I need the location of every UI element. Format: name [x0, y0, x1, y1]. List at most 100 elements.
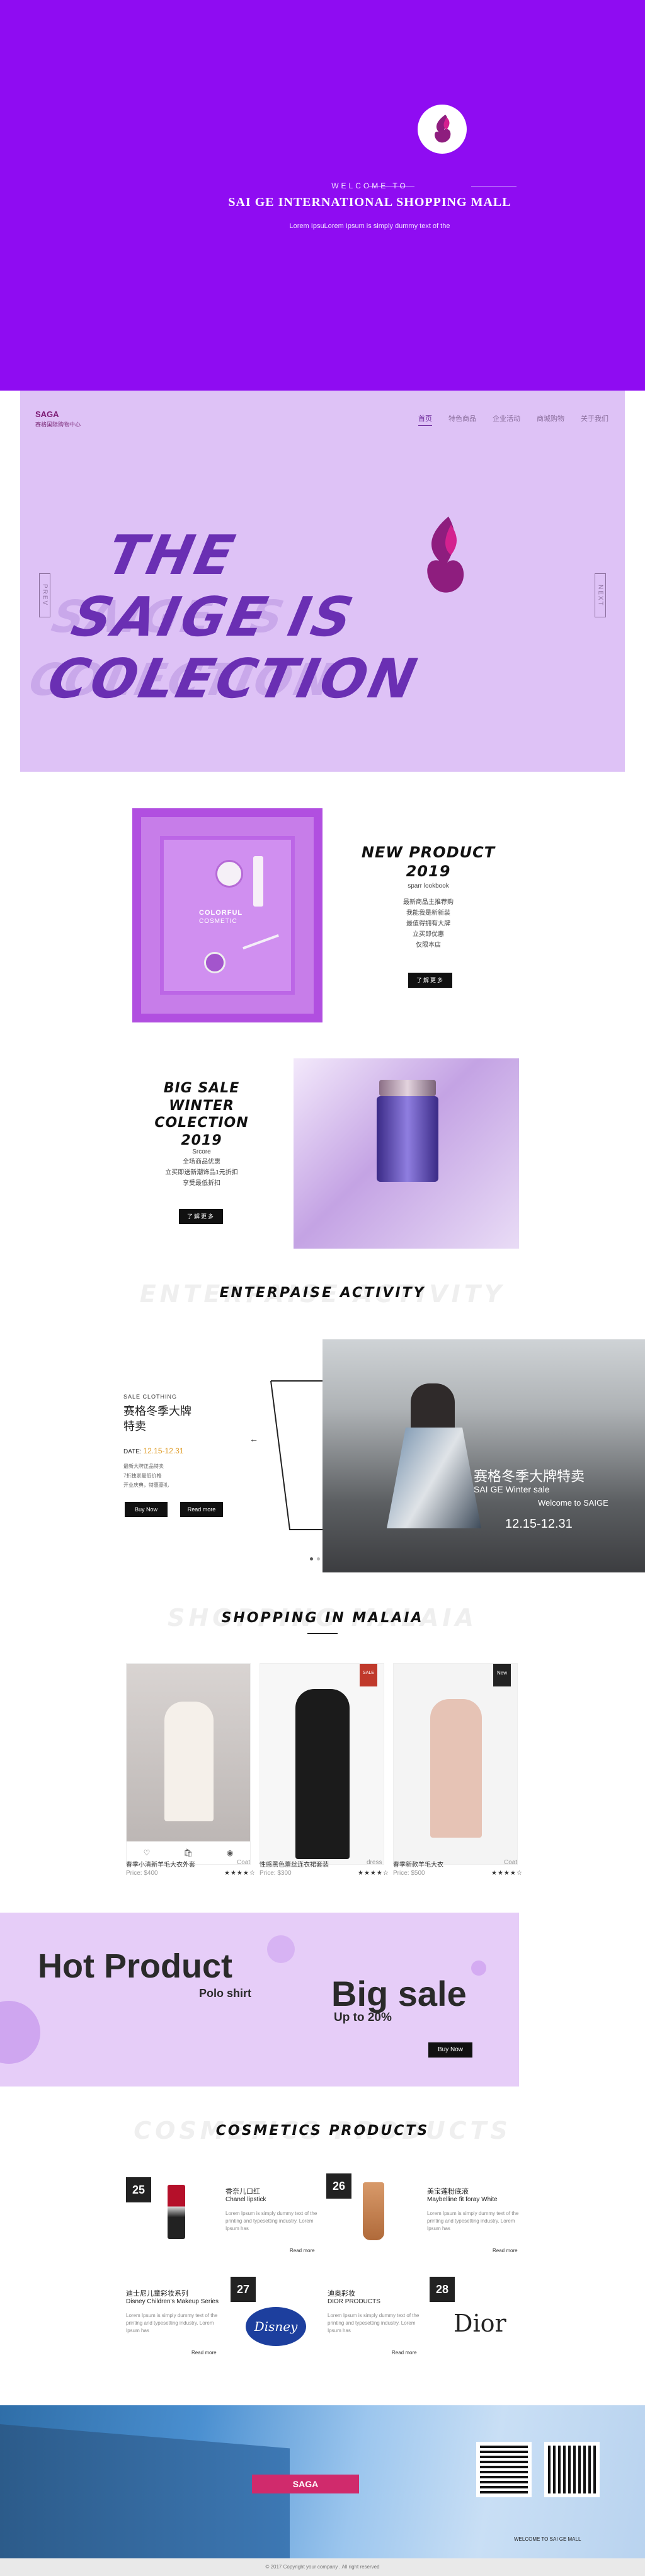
banner-buy-button[interactable]: Buy Now	[428, 2042, 472, 2058]
promo-banner: Hot Product Polo shirt Big sale Up to 20…	[0, 1913, 519, 2087]
qr-code-1	[476, 2442, 532, 2497]
big-sale-more-button[interactable]: 了解更多	[179, 1209, 223, 1224]
big-sale-title: BIG SALE WINTER COLECTION 2019	[120, 1080, 283, 1149]
new-product-title-2: 2019	[406, 862, 451, 880]
product-tag: Coat	[237, 1859, 251, 1866]
slide-title: 赛格冬季大牌特卖	[474, 1468, 585, 1484]
cosmetic-read-more[interactable]: Read more	[191, 2350, 217, 2356]
cart-icon[interactable]: 🛍	[184, 1848, 193, 1857]
disney-logo: Disney	[246, 2307, 306, 2346]
clock-icon	[215, 860, 243, 888]
activity-read-button[interactable]: Read more	[180, 1502, 223, 1517]
cosmetic-number: 28	[430, 2277, 455, 2302]
act-line: 7折独家最低价格	[123, 1473, 162, 1479]
slide-date: 12.15-12.31	[505, 1517, 573, 1531]
mall-building	[0, 2424, 290, 2558]
product-rating: ★★★★☆	[491, 1870, 523, 1877]
act-line: 开业庆典，特惠豪礼	[123, 1482, 169, 1489]
cosmetic-read-more[interactable]: Read more	[493, 2248, 518, 2253]
main-nav: 首页 特色商品 企业活动 商城购物 关于我们	[418, 413, 608, 426]
cosmetic-number: 27	[231, 2277, 256, 2302]
slider-dot[interactable]	[310, 1557, 313, 1560]
slider-dots	[310, 1557, 320, 1560]
activity-buy-button[interactable]: Buy Now	[125, 1502, 168, 1517]
slider-frame-lines	[270, 1380, 322, 1530]
product-image-pink-coat	[430, 1699, 482, 1838]
mall-sign: SAGA	[252, 2475, 359, 2493]
banner-circle-left	[0, 2001, 40, 2064]
intro-section: WELCOME TO SAI GE INTERNATIONAL SHOPPING…	[0, 0, 645, 391]
hero-line-the: THE	[101, 524, 243, 587]
footer-welcome: WELCOME TO SAI GE MALL	[514, 2536, 581, 2542]
nav-home[interactable]: 首页	[418, 413, 432, 426]
hero-line-saige-is: SAIGE IS	[66, 586, 361, 649]
product-card-coat[interactable]: ♡ 🛍 ◉	[126, 1663, 251, 1865]
cosmetic-en-name: Maybelline fit foray White	[427, 2196, 498, 2203]
lipstick-image	[168, 2185, 185, 2239]
new-product-en: sparr lookbook	[408, 883, 449, 890]
dior-logo: Dior	[454, 2310, 506, 2337]
date-value: 12.15-12.31	[143, 1446, 184, 1455]
cosmetic-cn-name: 迪士尼儿童彩妆系列	[126, 2290, 188, 2298]
compact-icon	[204, 952, 225, 973]
np-line: 最新商品主推荐购	[403, 899, 454, 906]
cosmetics-title: COSMETICS PRODUCTS	[215, 2123, 430, 2139]
hero-line-colection: COLECTION	[42, 648, 425, 711]
big-sale-title-2: WINTER COLECTION	[154, 1097, 249, 1131]
cosmetic-read-more[interactable]: Read more	[290, 2248, 315, 2253]
cosmetic-en-name: Disney Children's Makeup Series	[126, 2298, 219, 2305]
np-line: 立买即优惠	[413, 931, 444, 938]
nav-shopping[interactable]: 商城购物	[537, 413, 564, 426]
nav-about[interactable]: 关于我们	[581, 413, 608, 426]
banner-circle-mid	[267, 1935, 295, 1963]
arrow-left-icon[interactable]: ←	[249, 1434, 258, 1444]
site-logo[interactable]: SAGA 赛格国际购物中心	[35, 409, 81, 428]
hero-next-button[interactable]: NEXT	[595, 573, 606, 617]
cosmetic-desc: Lorem Ipsum is simply dummy text of the …	[328, 2313, 420, 2333]
product-price: Price: $400	[126, 1870, 158, 1877]
cosmetic-en-name: Chanel lipstick	[225, 2196, 266, 2203]
polo-shirt-label: Polo shirt	[199, 1987, 252, 2000]
heart-icon[interactable]: ♡	[144, 1848, 151, 1857]
np-line: 我能我是新新装	[406, 910, 450, 917]
new-product-more-button[interactable]: 了解更多	[408, 973, 452, 988]
new-product-lines: 最新商品主推荐购 我能我是新新装 最值得拥有大牌 立买即优惠 仅限本店	[353, 897, 504, 951]
saga-logo	[418, 105, 467, 154]
cosmetic-read-more[interactable]: Read more	[392, 2350, 417, 2356]
product-card-pink-coat[interactable]: New	[393, 1663, 518, 1865]
slider-dot[interactable]	[317, 1557, 320, 1560]
product-name[interactable]: 性感黑色蕾丝连衣裙套装	[260, 1859, 329, 1869]
cosmetic-number: 26	[326, 2173, 351, 2199]
new-product-title: NEW PRODUCT 2019	[353, 843, 504, 881]
product-image-coat	[164, 1702, 214, 1821]
prev-label: PREV	[41, 584, 49, 607]
cosmetic-cn-name: 美宝莲粉底液	[427, 2188, 469, 2195]
eye-icon[interactable]: ◉	[227, 1848, 233, 1857]
act-line: 最新大牌正品特卖	[123, 1463, 164, 1469]
hero-prev-button[interactable]: PREV	[39, 573, 50, 617]
banner-circle-right	[471, 1961, 486, 1976]
product-name[interactable]: 春季小清新羊毛大衣外套	[126, 1859, 195, 1869]
new-badge: New	[493, 1664, 511, 1686]
cosmetic-label: COSMETIC	[199, 918, 237, 925]
big-sale-en: Srcore	[192, 1148, 211, 1155]
slide-en: SAI GE Winter sale	[474, 1484, 550, 1494]
flame-hero-icon	[427, 517, 464, 593]
shopping-title-underline	[307, 1633, 338, 1634]
welcome-text: WELCOME TO	[331, 181, 408, 190]
bs-line: 全场商品优惠	[183, 1159, 220, 1165]
nav-activity[interactable]: 企业活动	[493, 413, 520, 426]
activity-lines: 最新大牌正品特卖 7折独家最低价格 开业庆典，特惠豪礼	[123, 1462, 169, 1491]
bs-line: 立买即送新潮饰品1元折扣	[165, 1169, 238, 1176]
cosmetic-en-name: DIOR PRODUCTS	[328, 2298, 380, 2305]
serum-bottle	[377, 1096, 438, 1182]
product-tag: dress	[367, 1859, 382, 1866]
product-rating: ★★★★☆	[358, 1870, 389, 1877]
product-card-dress[interactable]: SALE	[260, 1663, 384, 1865]
nav-featured[interactable]: 特色商品	[448, 413, 476, 426]
product-price: Price: $300	[260, 1870, 292, 1877]
cosmetic-cn-name: 迪奥彩妆	[328, 2290, 355, 2298]
big-sale-image	[294, 1058, 519, 1249]
product-name[interactable]: 春季新款羊毛大衣	[393, 1859, 443, 1869]
cosmetic-desc: Lorem Ipsum is simply dummy text of the …	[427, 2211, 519, 2231]
